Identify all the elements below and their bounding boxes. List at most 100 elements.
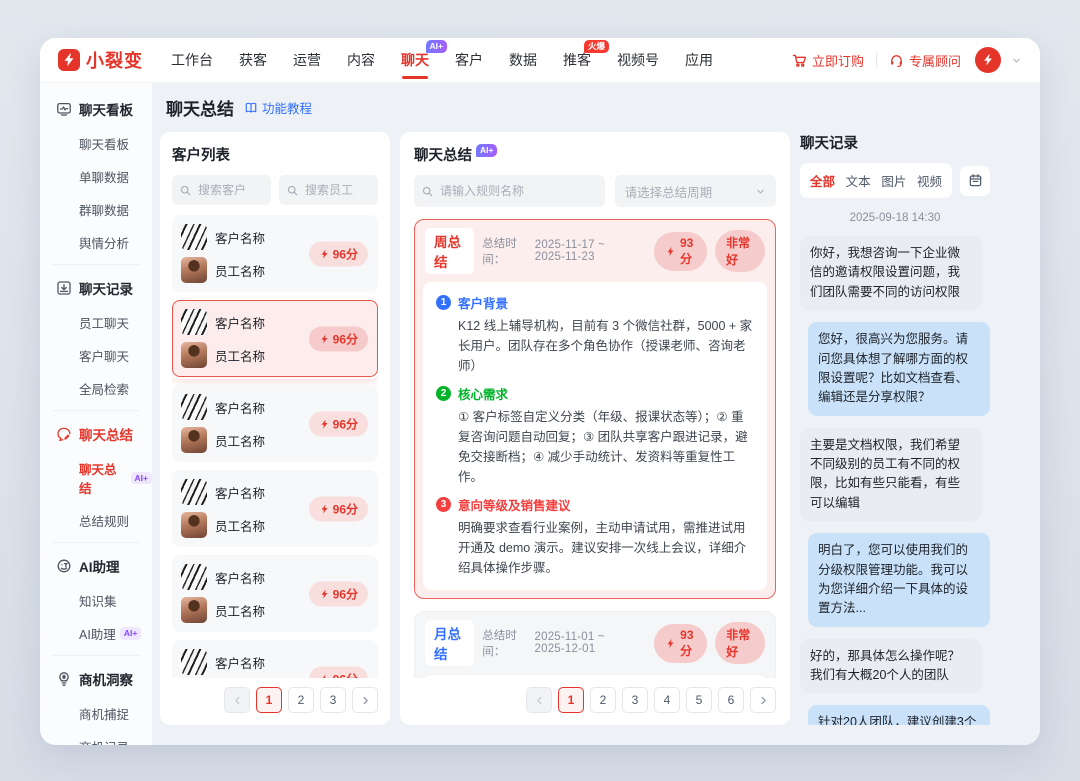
sidebar-item[interactable]: 舆情分析	[40, 226, 152, 259]
nav-item[interactable]: 工作台	[171, 38, 213, 82]
order-label: 立即订购	[812, 51, 864, 70]
brand-name: 小裂变	[86, 47, 143, 73]
chat-filter-tab[interactable]: 视频	[912, 167, 947, 194]
pagination-page-button[interactable]: 1	[558, 687, 584, 713]
lightning-icon	[665, 638, 676, 649]
sidebar-group-header[interactable]: 聊天总结	[40, 416, 152, 452]
lightning-icon	[319, 588, 330, 599]
nav-item[interactable]: 运营	[293, 38, 321, 82]
period-select[interactable]: 请选择总结周期	[615, 175, 776, 207]
inbox-icon	[56, 280, 72, 296]
sidebar-group-header[interactable]: 商机洞察	[40, 661, 152, 697]
sidebar-item[interactable]: 员工聊天	[40, 306, 152, 339]
sidebar-group-header[interactable]: AI助理	[40, 548, 152, 584]
search-staff-box[interactable]	[279, 175, 378, 205]
sidebar-item[interactable]: 单聊数据	[40, 160, 152, 193]
nav-item[interactable]: 推客火爆	[563, 38, 591, 82]
customer-list-item[interactable]: 客户名称员工名称96分	[172, 300, 378, 377]
sidebar-item[interactable]: 聊天总结AI+	[40, 452, 152, 504]
rule-search-input[interactable]	[438, 183, 598, 199]
pagination-page-button[interactable]: 2	[288, 687, 314, 713]
sidebar-group-header[interactable]: 聊天记录	[40, 270, 152, 306]
pagination-page-button[interactable]: 5	[686, 687, 712, 713]
customer-list-item[interactable]: 客户名称员工名称96分	[172, 215, 378, 292]
sidebar-item[interactable]: 聊天看板	[40, 127, 152, 160]
customer-list-item[interactable]: 客户名称员工名称96分	[172, 555, 378, 632]
search-customer-box[interactable]	[172, 175, 271, 205]
tutorial-link[interactable]: 功能教程	[244, 98, 312, 117]
pagination-page-button[interactable]: 6	[718, 687, 744, 713]
sidebar-item[interactable]: 客户聊天	[40, 339, 152, 372]
pagination-prev-button[interactable]	[526, 687, 552, 713]
search-staff-input[interactable]	[303, 182, 371, 198]
nav-item[interactable]: 视频号	[617, 38, 659, 82]
section-text: ① 客户标签自定义分类（年级、报课状态等）；② 重复咨询问题自动回复；③ 团队共…	[458, 407, 754, 487]
chat-records-panel: 聊天记录 全部文本图片视频 2025-09-18 14:30 你好，我想咨询一下…	[800, 132, 990, 725]
section-number: 3	[436, 497, 451, 512]
sidebar-item[interactable]: 群聊数据	[40, 193, 152, 226]
sidebar-item[interactable]: 商机记录	[40, 730, 152, 745]
sidebar-item[interactable]: 知识集	[40, 584, 152, 617]
score-badge: 96分	[309, 241, 368, 266]
summary-filter-row: 请选择总结周期	[414, 175, 776, 207]
nav-item[interactable]: 数据	[509, 38, 537, 82]
section-header: 3意向等级及销售建议	[436, 495, 754, 514]
pagination-page-button[interactable]: 3	[320, 687, 346, 713]
nav-item[interactable]: 聊天AI+	[401, 38, 429, 82]
nav-item[interactable]: 内容	[347, 38, 375, 82]
chat-records-title: 聊天记录	[800, 132, 990, 153]
pagination-prev-button[interactable]	[224, 687, 250, 713]
advisor-label: 专属顾问	[909, 51, 961, 70]
nav-item[interactable]: 客户	[455, 38, 483, 82]
score-badge: 96分	[309, 666, 368, 678]
nav-item-label: 内容	[347, 52, 375, 68]
sidebar-group: 商机洞察商机捕捉商机记录	[40, 661, 152, 745]
nav-item[interactable]: 获客	[239, 38, 267, 82]
nav-item-label: 应用	[685, 52, 713, 68]
order-button[interactable]: 立即订购	[792, 51, 864, 70]
pagination-page-button[interactable]: 1	[256, 687, 282, 713]
calendar-button[interactable]	[960, 166, 990, 196]
pagination-page-button[interactable]: 3	[622, 687, 648, 713]
brand-logo[interactable]: 小裂变	[58, 47, 143, 73]
customer-list-item[interactable]: 客户名称员工名称96分	[172, 640, 378, 678]
sidebar-item[interactable]: 全局检索	[40, 372, 152, 405]
chat-filter-tab[interactable]: 全部	[805, 167, 840, 194]
navbar-actions: 立即订购 专属顾问	[792, 47, 1022, 73]
rule-search-box[interactable]	[414, 175, 605, 207]
sidebar-item[interactable]: 商机捕捉	[40, 697, 152, 730]
customer-list-item[interactable]: 客户名称员工名称96分	[172, 470, 378, 547]
divider	[876, 53, 877, 67]
sidebar-item-label: 员工聊天	[79, 313, 129, 332]
nav-item[interactable]: 应用	[685, 38, 713, 82]
sidebar-group: AI助理知识集AI助理AI+	[40, 548, 152, 650]
lightning-icon	[319, 333, 330, 344]
chat-summary-panel: 聊天总结 AI+ 请选择总结周期	[400, 132, 790, 725]
sidebar-divider	[52, 410, 140, 411]
summary-title: 聊天总结	[414, 144, 472, 165]
user-avatar[interactable]	[975, 47, 1001, 73]
search-icon	[286, 184, 299, 197]
sidebar-item[interactable]: 总结规则	[40, 504, 152, 537]
chat-messages: 你好，我想咨询一下企业微信的邀请权限设置问题，我们团队需要不同的访问权限您好，很…	[800, 236, 990, 725]
customer-name: 客户名称	[215, 653, 265, 672]
pagination-next-button[interactable]	[352, 687, 378, 713]
pagination-next-button[interactable]	[750, 687, 776, 713]
advisor-button[interactable]: 专属顾问	[889, 51, 961, 70]
content-columns: 客户列表	[160, 132, 990, 725]
pagination-page-button[interactable]: 2	[590, 687, 616, 713]
sidebar-divider	[52, 655, 140, 656]
chevron-down-icon[interactable]	[1011, 55, 1022, 66]
chat-tabs: 全部文本图片视频	[800, 163, 952, 198]
chat-filter-tab[interactable]: 文本	[841, 167, 876, 194]
search-customer-input[interactable]	[196, 182, 264, 198]
chat-filter-tab[interactable]: 图片	[876, 167, 911, 194]
chevron-down-icon	[755, 186, 766, 197]
staff-avatar	[181, 512, 207, 538]
pagination-page-button[interactable]: 4	[654, 687, 680, 713]
summary-pagination: 123456	[414, 687, 776, 713]
sidebar-item-label: 群聊数据	[79, 200, 129, 219]
sidebar-group-header[interactable]: 聊天看板	[40, 91, 152, 127]
sidebar-item[interactable]: AI助理AI+	[40, 617, 152, 650]
customer-list-item[interactable]: 客户名称员工名称96分	[172, 385, 378, 462]
